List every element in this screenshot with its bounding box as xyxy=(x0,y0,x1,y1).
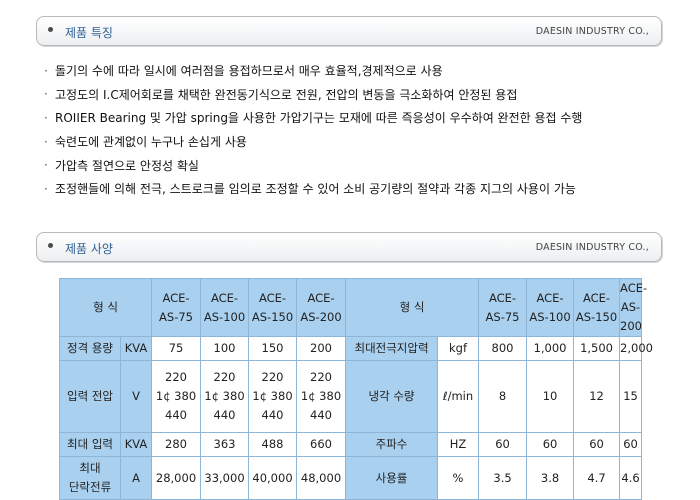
spec-header-row: 형 식 ACE- AS-75 ACE- AS-100 ACE- AS-150 ACE- AS-2… xyxy=(58,278,647,337)
spec-value: 12 xyxy=(573,360,621,433)
company-name: DAESIN INDUSTRY CO., xyxy=(535,26,649,37)
model-name: ACE- AS-75 xyxy=(478,278,528,337)
feature-item: · 돌기의 수에 따라 일시에 여러점을 용접하므로서 매우 효율적,경제적으로 … xyxy=(44,59,674,83)
spec-value: 660 xyxy=(296,432,347,457)
spec-value: 1,000 xyxy=(526,336,575,361)
section-bullet-icon xyxy=(48,27,53,32)
list-bullet-icon: · xyxy=(44,158,48,173)
spec-value: 28,000 xyxy=(151,456,202,500)
spec-value: 1,500 xyxy=(573,336,621,361)
spec-table: 형 식 ACE- AS-75 ACE- AS-100 ACE- AS-150 ACE- AS-2… xyxy=(58,278,653,500)
feature-text: ROIIER Bearing 및 가압 spring을 사용한 가압기구는 모재… xyxy=(55,111,583,126)
features-list: · 돌기의 수에 따라 일시에 여러점을 용접하므로서 매우 효율적,경제적으로 … xyxy=(44,59,674,201)
list-bullet-icon: · xyxy=(44,134,48,149)
feature-item: · 고정도의 I.C제어회로를 채택한 완전동기식으로 전원, 전압의 변동을 극… xyxy=(44,83,674,107)
spec-label: 주파수 xyxy=(345,432,439,457)
spec-row: 정격 용량 KVA 75 100 150 200 최대전극지압력 kgf 800 1,000 1,5… xyxy=(59,336,653,361)
spec-unit: kgf xyxy=(437,336,480,361)
spec-row: 최대 입력 KVA 280 363 488 660 주파수 HZ 60 60 60 60 xyxy=(59,432,643,457)
spec-value: 150 xyxy=(248,336,298,361)
model-name: ACE- AS-200 xyxy=(296,278,347,337)
spec-value: 4.7 xyxy=(573,456,621,500)
spec-value: 10 xyxy=(526,360,575,433)
model-name: ACE- AS-150 xyxy=(573,278,621,337)
spec-value: 3.5 xyxy=(478,456,528,500)
feature-text: 돌기의 수에 따라 일시에 여러점을 용접하므로서 매우 효율적,경제적으로 사… xyxy=(55,64,443,79)
spec-value: 48,000 xyxy=(296,456,347,500)
spec-value: 75 xyxy=(151,336,202,361)
spec-value: 220 1¢ 380 440 xyxy=(151,360,202,433)
spec-value: 60 xyxy=(619,432,643,457)
model-name: ACE- AS-150 xyxy=(248,278,298,337)
spec-value: 800 xyxy=(478,336,528,361)
spec-row: 최대 단락전류 A 28,000 33,000 40,000 48,000 사용률% 3.5 3.… xyxy=(59,456,643,500)
list-bullet-icon: · xyxy=(44,63,48,78)
spec-unit: % xyxy=(437,456,480,500)
spec-value: 200 xyxy=(296,336,347,361)
feature-text: 고정도의 I.C제어회로를 채택한 완전동기식으로 전원, 전압의 변동을 극소… xyxy=(55,87,518,102)
spec-value: 4.6 xyxy=(619,456,643,500)
spec-value: 363 xyxy=(200,432,250,457)
spec-value: 8 xyxy=(478,360,528,433)
model-name: ACE- AS-75 xyxy=(151,278,202,337)
model-name: ACE- AS-100 xyxy=(200,278,250,337)
features-section-title: 제품 특징 xyxy=(65,26,113,40)
spec-value: 3.8 xyxy=(526,456,575,500)
spec-value: 60 xyxy=(526,432,575,457)
features-section-header: 제품 특징 DAESIN INDUSTRY CO., xyxy=(36,16,662,46)
spec-value: 40,000 xyxy=(248,456,298,500)
spec-section-header: 제품 사양 DAESIN INDUSTRY CO., xyxy=(36,232,662,262)
spec-label: 사용률 xyxy=(345,456,439,500)
spec-value: 100 xyxy=(200,336,250,361)
feature-text: 숙련도에 관계없이 누구나 손십게 사용 xyxy=(55,135,247,150)
feature-item: · 숙련도에 관계없이 누구나 손십게 사용 xyxy=(44,130,674,154)
section-bullet-icon xyxy=(48,243,53,248)
spec-label: 최대전극지압력 xyxy=(345,336,439,361)
spec-section-title: 제품 사양 xyxy=(65,242,113,256)
spec-value: 15 xyxy=(619,360,643,433)
model-name: ACE- AS-200 xyxy=(619,278,647,337)
spec-value: 33,000 xyxy=(200,456,250,500)
spec-value: 2,000 xyxy=(619,336,653,361)
list-bullet-icon: · xyxy=(44,110,48,125)
model-name: ACE- AS-100 xyxy=(526,278,575,337)
spec-row: 입력 전압 V 220 1¢ 380 440 220 1¢ 380 440 220 1¢ 380 4… xyxy=(59,360,643,433)
spec-value: 220 1¢ 380 440 xyxy=(248,360,298,433)
feature-item: · ROIIER Bearing 및 가압 spring을 사용한 가압기구는 모… xyxy=(44,106,674,130)
spec-label: 최대 입력 xyxy=(59,432,121,457)
spec-unit: KVA xyxy=(119,432,153,457)
feature-text: 가압측 절연으로 안정성 확실 xyxy=(55,158,199,173)
spec-value: 60 xyxy=(573,432,621,457)
spec-label: 최대 단락전류 xyxy=(59,456,121,500)
list-bullet-icon: · xyxy=(44,87,48,102)
spec-unit: ℓ/min xyxy=(437,360,480,433)
spec-value: 220 1¢ 380 440 xyxy=(296,360,347,433)
spec-value: 488 xyxy=(248,432,298,457)
spec-value: 220 1¢ 380 440 xyxy=(200,360,250,433)
model-header: 형 식 xyxy=(58,278,153,337)
spec-value: 280 xyxy=(151,432,202,457)
model-header: 형 식 xyxy=(345,278,480,337)
spec-unit: V xyxy=(119,360,153,433)
feature-item: · 조정핸들에 의해 전극, 스트로크를 임의로 조정할 수 있어 소비 공기량의… xyxy=(44,177,674,201)
feature-text: 조정핸들에 의해 전극, 스트로크를 임의로 조정할 수 있어 소비 공기량의 … xyxy=(55,182,576,197)
list-bullet-icon: · xyxy=(44,181,48,196)
spec-label: 정격 용량 xyxy=(59,336,121,361)
spec-unit: A xyxy=(119,456,153,500)
spec-unit: KVA xyxy=(119,336,153,361)
company-name: DAESIN INDUSTRY CO., xyxy=(535,242,649,253)
spec-label: 입력 전압 xyxy=(59,360,121,433)
feature-item: · 가압측 절연으로 안정성 확실 xyxy=(44,153,674,177)
spec-label: 냉각 수량 xyxy=(345,360,439,433)
spec-value: 60 xyxy=(478,432,528,457)
spec-unit: HZ xyxy=(437,432,480,457)
